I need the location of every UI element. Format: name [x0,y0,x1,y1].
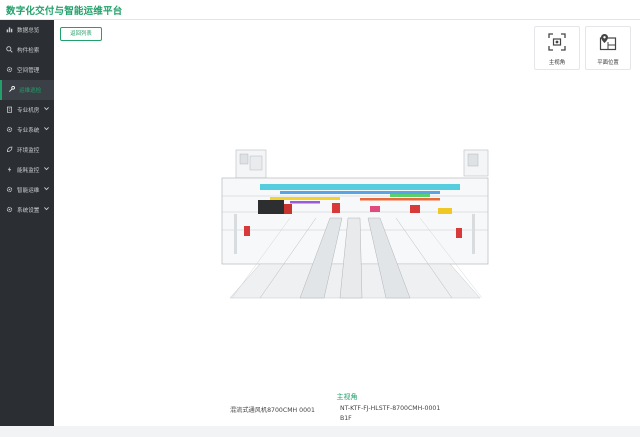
gear-icon [6,66,13,73]
main-viewer: 返回列表 主视角 平面位置 主视角 混流式通风机8700CMH 0001 NT-… [54,20,640,426]
sidebar-item-label: 专业机房 [17,108,40,114]
plan-position-label: 平面位置 [597,60,619,66]
sidebar-item-inspection[interactable]: 运维巡检 [0,80,54,100]
sidebar-item-data-overview[interactable]: 数据总览 [0,20,54,40]
sidebar-item-energy-monitoring[interactable]: 能耗监控 [0,160,54,180]
equipment-floor: B1F [340,415,352,422]
back-to-list-button[interactable]: 返回列表 [60,27,102,41]
gear-icon [6,186,13,193]
sidebar-item-smart-operations[interactable]: 智能运维 [0,180,54,200]
wrench-icon [9,86,15,92]
view-name: 主视角 [336,393,358,401]
chevron-down-icon [44,187,49,191]
gear-icon [6,126,13,133]
location-pin-icon [599,34,617,51]
chevron-down-icon [44,107,49,111]
camera-frame-icon [548,33,566,51]
main-view-label: 主视角 [548,60,566,66]
sidebar-item-space-management[interactable]: 空间管理 [0,60,54,80]
sidebar-item-label: 空间管理 [17,68,40,74]
bolt-icon [7,166,12,173]
sidebar-item-label: 数据总览 [17,28,40,34]
sidebar-item-label: 能耗监控 [17,168,40,174]
sidebar-item-label: 环境监控 [17,148,40,154]
sidebar-item-component-search[interactable]: 构件检索 [0,40,54,60]
plan-position-button[interactable]: 平面位置 [585,26,631,70]
sidebar-item-equipment-room[interactable]: 专业机房 [0,100,54,120]
app-title: 数字化交付与智能运维平台 [6,6,123,17]
sidebar: 数据总览 构件检索 空间管理 运维巡检 专业机房 专业系统 环境监控 能耗监控 … [0,20,54,426]
chevron-down-icon [44,207,49,211]
bim-3d-model-view[interactable] [220,148,490,308]
sidebar-item-environment-monitoring[interactable]: 环境监控 [0,140,54,160]
sidebar-item-label: 构件检索 [17,48,40,54]
chevron-down-icon [44,167,49,171]
gear-icon [6,206,13,213]
sidebar-item-label: 智能运维 [17,188,40,194]
search-icon [6,46,13,53]
equipment-code: NT-KTF-FJ-HLSTF-8700CMH-0001 [340,405,441,412]
sidebar-item-label: 系统设置 [17,208,40,214]
chevron-down-icon [44,127,49,131]
sidebar-item-label: 专业系统 [17,128,40,134]
building-icon [7,106,12,113]
equipment-name: 混流式通风机8700CMH 0001 [230,407,315,414]
equipment-info: 混流式通风机8700CMH 0001 NT-KTF-FJ-HLSTF-8700C… [54,405,640,437]
main-view-button[interactable]: 主视角 [534,26,580,70]
sidebar-item-label: 运维巡检 [19,88,42,94]
app-header: 数字化交付与智能运维平台 [0,0,640,20]
sidebar-item-system-settings[interactable]: 系统设置 [0,200,54,220]
sidebar-item-professional-systems[interactable]: 专业系统 [0,120,54,140]
bar-chart-icon [6,27,13,33]
leaf-icon [7,146,13,152]
